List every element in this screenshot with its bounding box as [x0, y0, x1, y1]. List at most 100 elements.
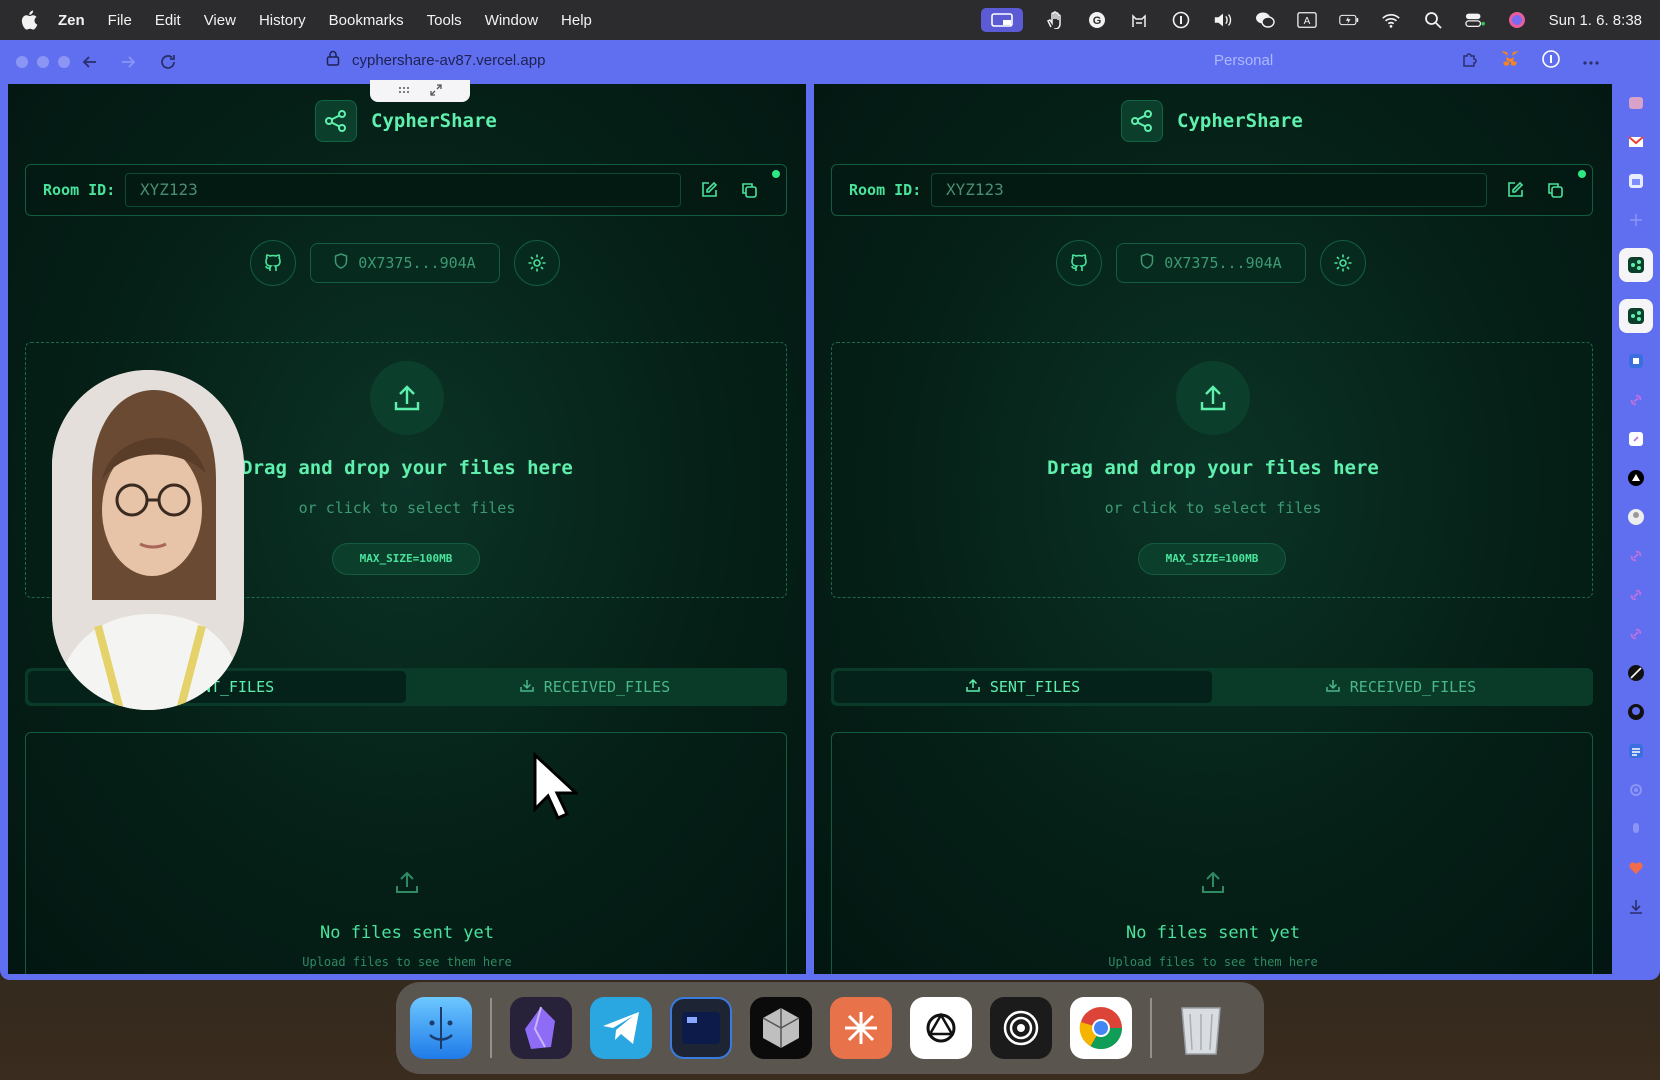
edit-room-button[interactable]: [697, 178, 721, 202]
expand-icon[interactable]: [430, 83, 442, 99]
tab-received-files[interactable]: RECEIVED_FILES: [1212, 671, 1590, 703]
menubar-clock[interactable]: Sun 1. 6. 8:38: [1549, 12, 1642, 29]
github-button[interactable]: [1056, 240, 1102, 286]
sidebar-block-icon[interactable]: [1625, 662, 1647, 684]
menu-window[interactable]: Window: [485, 12, 538, 29]
brand[interactable]: CypherShare: [315, 100, 497, 142]
sidebar-app-icon[interactable]: [1625, 92, 1647, 114]
settings-button[interactable]: [1320, 240, 1366, 286]
battery-icon[interactable]: [1338, 10, 1359, 30]
profile-switcher[interactable]: Personal: [1214, 52, 1273, 69]
close-window-button[interactable]: [16, 56, 28, 68]
chrome-icon[interactable]: [1070, 997, 1132, 1059]
onepassword-icon[interactable]: [1171, 10, 1191, 30]
grammarly-icon[interactable]: G: [1087, 10, 1107, 30]
sidebar-link-box-icon[interactable]: [1625, 428, 1647, 450]
sidebar-download-icon[interactable]: [1625, 896, 1647, 918]
sidebar-mic-icon[interactable]: [1625, 818, 1647, 840]
room-id-input[interactable]: XYZ123: [931, 173, 1487, 207]
copy-room-button[interactable]: [1543, 178, 1567, 202]
room-id-input[interactable]: XYZ123: [125, 173, 681, 207]
extensions-icon[interactable]: [1460, 50, 1478, 73]
sidebar-github-icon[interactable]: [1625, 701, 1647, 723]
wallet-address-chip[interactable]: 0X7375...904A: [1116, 243, 1306, 283]
menu-tools[interactable]: Tools: [427, 12, 462, 29]
file-dropzone[interactable]: Drag and drop your files here or click t…: [831, 342, 1593, 598]
control-center-icon[interactable]: [1464, 10, 1485, 30]
sidebar-settings-icon[interactable]: [1625, 779, 1647, 801]
dropzone-title: Drag and drop your files here: [1047, 457, 1379, 479]
cyphershare-logo-icon: [315, 100, 357, 142]
screen-share-icon[interactable]: [980, 8, 1023, 32]
sent-files-list: No files sent yet Upload files to see th…: [831, 732, 1593, 974]
sidebar-tab-cyphershare-2[interactable]: [1619, 299, 1653, 333]
cat-icon[interactable]: [1129, 10, 1149, 30]
volume-icon[interactable]: [1213, 10, 1233, 30]
settings-button[interactable]: [514, 240, 560, 286]
telegram-icon[interactable]: [590, 997, 652, 1059]
github-button[interactable]: [250, 240, 296, 286]
split-view-handle[interactable]: [370, 80, 470, 102]
room-id-box: Room ID: XYZ123: [831, 164, 1593, 216]
tab-received-files[interactable]: RECEIVED_FILES: [406, 671, 784, 703]
menu-help[interactable]: Help: [561, 12, 592, 29]
url-text[interactable]: cyphershare-av87.vercel.app: [352, 52, 545, 69]
trash-icon[interactable]: [1170, 997, 1232, 1059]
sent-files-list: No files sent yet Upload files to see th…: [25, 732, 787, 974]
sidebar-translate-icon[interactable]: [1625, 350, 1647, 372]
zoom-window-button[interactable]: [58, 56, 70, 68]
finder-icon[interactable]: [410, 997, 472, 1059]
sidebar-gmail-icon[interactable]: [1625, 131, 1647, 153]
menu-app-name[interactable]: Zen: [58, 12, 85, 29]
keyboard-input-icon[interactable]: A: [1296, 10, 1317, 30]
copy-room-button[interactable]: [737, 178, 761, 202]
reload-button[interactable]: [156, 50, 180, 74]
sidebar-link-icon-2[interactable]: [1625, 545, 1647, 567]
menu-edit[interactable]: Edit: [155, 12, 181, 29]
terminal-icon[interactable]: [670, 997, 732, 1059]
chatgpt-icon[interactable]: [910, 997, 972, 1059]
sidebar-heart-icon[interactable]: [1625, 857, 1647, 879]
hand-icon[interactable]: [1045, 10, 1065, 30]
sidebar-link-icon-4[interactable]: [1625, 623, 1647, 645]
drag-handle-icon[interactable]: [398, 85, 410, 97]
apple-icon[interactable]: [20, 10, 42, 30]
spotlight-search-icon[interactable]: [1423, 10, 1443, 30]
back-button[interactable]: [78, 50, 102, 74]
sidebar-add-icon[interactable]: [1625, 209, 1647, 231]
tab-sent-files[interactable]: SENT_FILES: [834, 671, 1212, 703]
sidebar-notes-icon[interactable]: [1625, 740, 1647, 762]
files-tabs: SENT_FILES RECEIVED_FILES: [831, 668, 1593, 706]
forward-button[interactable]: [116, 50, 140, 74]
menu-file[interactable]: File: [108, 12, 132, 29]
url-bar[interactable]: cyphershare-av87.vercel.app: [326, 50, 545, 70]
more-options-icon[interactable]: [1582, 53, 1600, 71]
menu-bookmarks[interactable]: Bookmarks: [329, 12, 404, 29]
menu-view[interactable]: View: [204, 12, 236, 29]
minimize-window-button[interactable]: [37, 56, 49, 68]
sidebar-tab-cyphershare-1[interactable]: [1619, 248, 1653, 282]
sidebar-calendar-icon[interactable]: [1625, 170, 1647, 192]
action-row: 0X7375...904A: [250, 240, 560, 286]
room-id-label: Room ID:: [43, 181, 116, 199]
focus-icon[interactable]: [990, 997, 1052, 1059]
obsidian-icon[interactable]: [510, 997, 572, 1059]
sidebar-link-icon[interactable]: [1625, 389, 1647, 411]
edit-room-button[interactable]: [1503, 178, 1527, 202]
wallet-address-chip[interactable]: 0X7375...904A: [310, 243, 500, 283]
metamask-icon[interactable]: [1500, 50, 1520, 73]
brand[interactable]: CypherShare: [1121, 100, 1303, 142]
cursor-app-icon[interactable]: [750, 997, 812, 1059]
sidebar-link-icon-3[interactable]: [1625, 584, 1647, 606]
cyphershare-logo-icon: [1121, 100, 1163, 142]
wifi-icon[interactable]: [1381, 10, 1401, 30]
wechat-icon[interactable]: [1255, 10, 1275, 30]
presenter-video-image: [52, 370, 244, 710]
siri-icon[interactable]: [1507, 10, 1527, 30]
sidebar-avatar-icon[interactable]: [1625, 506, 1647, 528]
claude-icon[interactable]: [830, 997, 892, 1059]
onepassword-extension-icon[interactable]: [1542, 50, 1560, 73]
sidebar-vercel-icon[interactable]: [1625, 467, 1647, 489]
menu-history[interactable]: History: [259, 12, 306, 29]
empty-state-subtitle: Upload files to see them here: [302, 955, 512, 969]
